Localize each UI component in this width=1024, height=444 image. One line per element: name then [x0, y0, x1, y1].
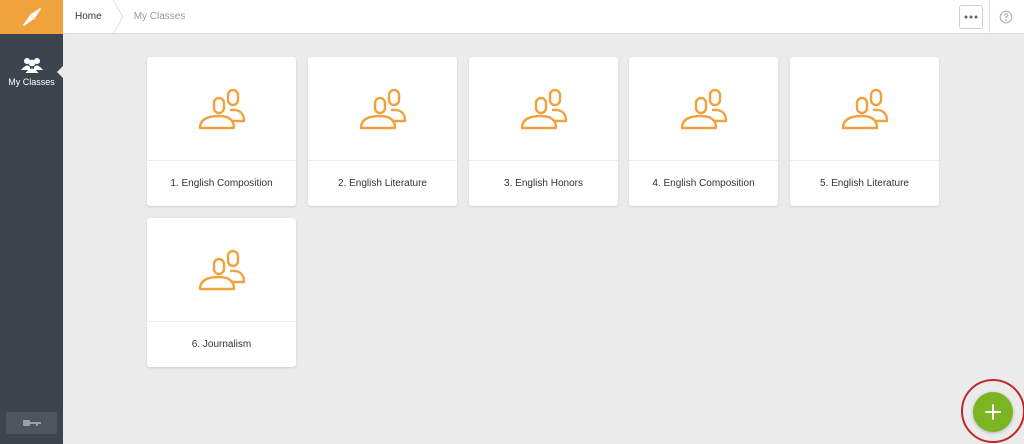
class-card-title: 4. English Composition: [652, 178, 755, 189]
class-card-title: 2. English Literature: [338, 178, 427, 189]
class-card-title: 1. English Composition: [170, 178, 273, 189]
breadcrumb-current: My Classes: [133, 11, 186, 22]
class-group-icon: [198, 88, 245, 129]
header-divider: [989, 0, 990, 34]
class-card[interactable]: 5. English Literature: [790, 57, 939, 206]
add-class-button[interactable]: [973, 392, 1013, 432]
class-group-icon: [841, 88, 888, 129]
sidebar: My Classes: [0, 0, 63, 444]
app-logo[interactable]: [0, 0, 63, 34]
breadcrumb-separator-icon: [112, 0, 124, 34]
ellipsis-icon: [964, 15, 978, 19]
class-card[interactable]: 1. English Composition: [147, 57, 296, 206]
sidebar-item-label: My Classes: [8, 77, 55, 87]
class-group-icon: [359, 88, 406, 129]
sidebar-bottom-button[interactable]: [6, 412, 57, 434]
class-card-title: 3. English Honors: [504, 178, 583, 189]
more-options-button[interactable]: [959, 5, 983, 29]
key-icon: [22, 420, 41, 426]
class-group-icon: [680, 88, 727, 129]
class-group-icon: [520, 88, 567, 129]
plus-icon: [985, 404, 1001, 420]
class-card[interactable]: 3. English Honors: [469, 57, 618, 206]
top-header: Home My Classes: [63, 0, 1024, 34]
active-nav-pointer: [57, 66, 63, 78]
class-card[interactable]: 6. Journalism: [147, 218, 296, 367]
class-card-title: 5. English Literature: [820, 178, 909, 189]
help-icon[interactable]: [999, 10, 1013, 24]
class-card[interactable]: 2. English Literature: [308, 57, 457, 206]
compass-logo-icon: [22, 8, 41, 26]
sidebar-item-my-classes[interactable]: My Classes: [0, 44, 63, 114]
class-group-icon: [198, 249, 245, 290]
breadcrumb-home-link[interactable]: Home: [63, 0, 112, 34]
breadcrumb: Home My Classes: [63, 0, 185, 34]
users-icon: [20, 58, 43, 73]
class-card-title: 6. Journalism: [191, 339, 252, 350]
class-card[interactable]: 4. English Composition: [629, 57, 778, 206]
